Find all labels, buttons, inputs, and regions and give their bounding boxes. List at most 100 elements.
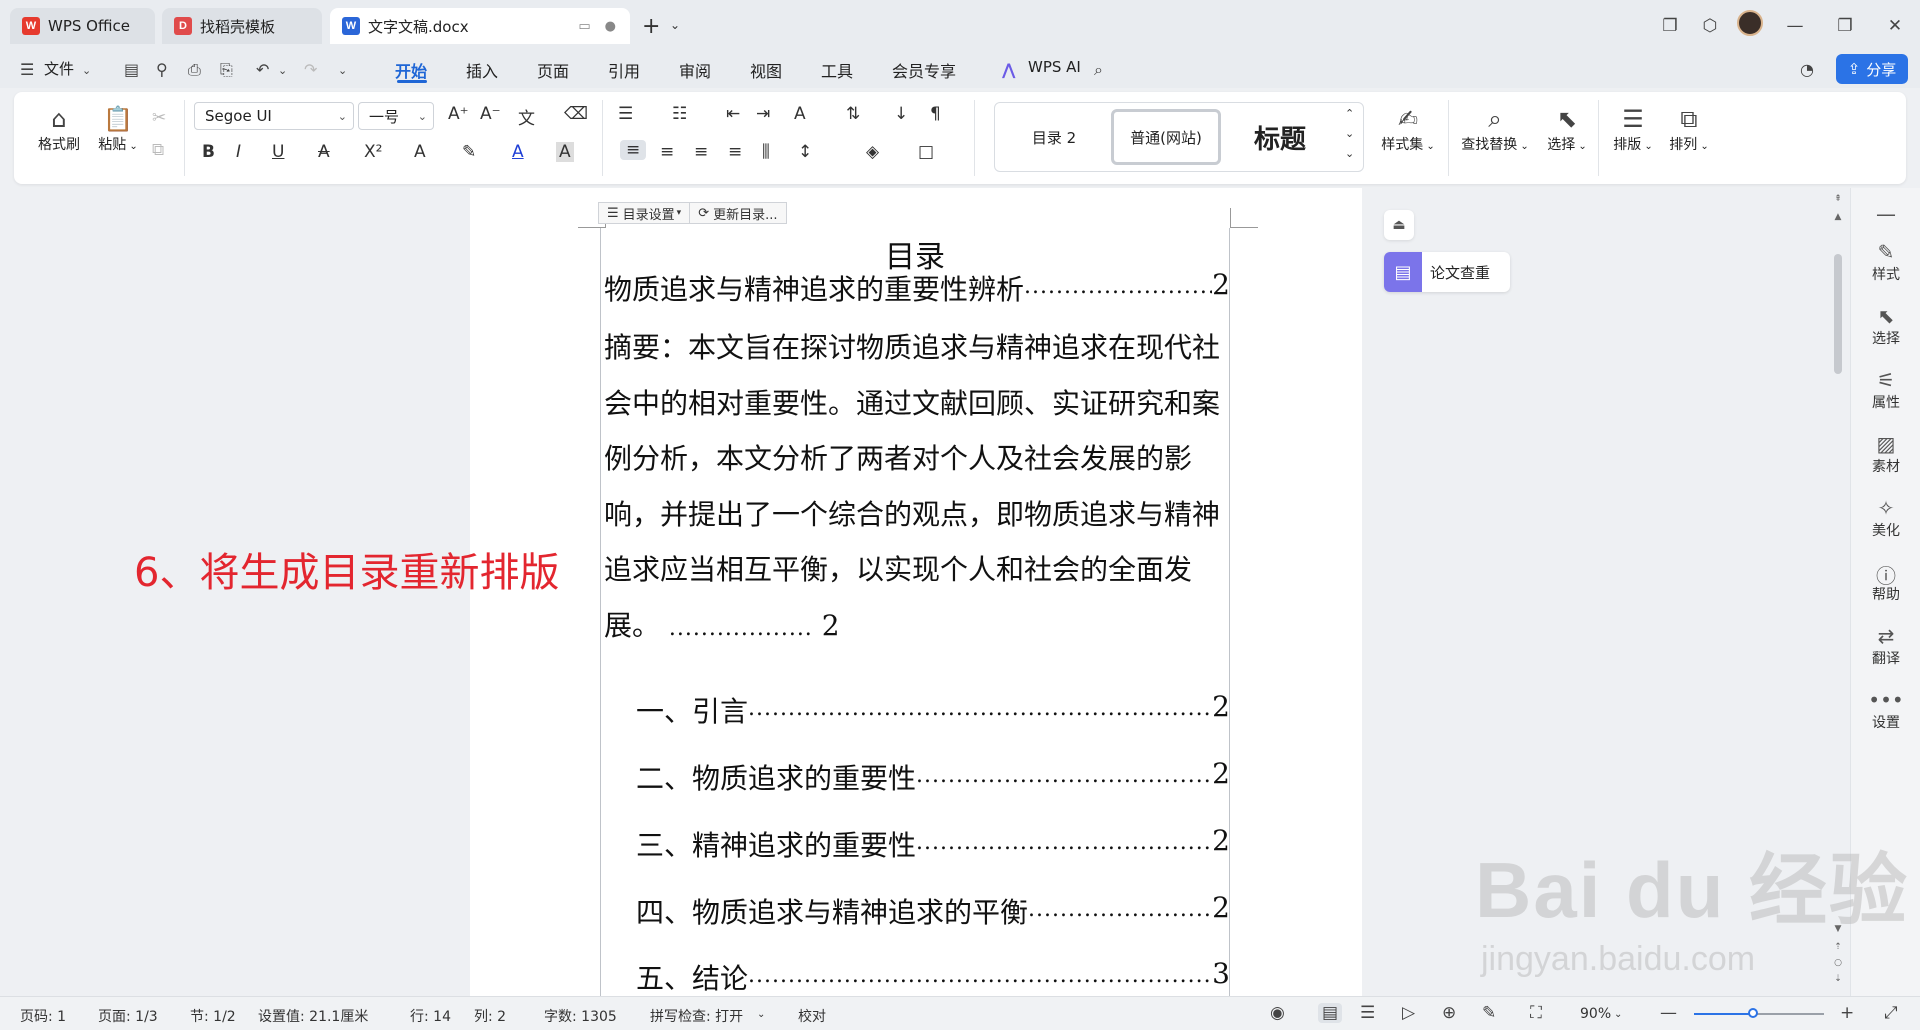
status-row[interactable]: 行: 14 — [410, 1006, 451, 1026]
paste-button[interactable]: 📋 粘贴 ⌄ — [92, 104, 144, 154]
scroll-up-icon[interactable]: ▲ — [1832, 212, 1844, 222]
numbered-list-icon[interactable]: ☷ — [672, 104, 687, 124]
rightbar-select[interactable]: ⬉ 选择 — [1851, 304, 1920, 348]
tab-view[interactable]: 视图 — [750, 58, 782, 82]
arrange-button[interactable]: ⧉ 排列 ⌄ — [1664, 104, 1714, 154]
status-page-code[interactable]: 页码: 1 — [20, 1006, 66, 1026]
strikethrough-icon[interactable]: A — [318, 142, 330, 162]
rightbar-settings[interactable]: ••• 设置 — [1851, 688, 1920, 732]
font-size-select[interactable]: 一号 ⌄ — [358, 102, 434, 130]
monitor-icon[interactable]: ▭ — [578, 19, 590, 34]
status-spell-check[interactable]: 拼写检查: 打开 — [650, 1006, 743, 1026]
chevron-down-icon[interactable]: ⌄ — [757, 1009, 765, 1020]
zoom-out-icon[interactable]: — — [1660, 1003, 1677, 1023]
status-word-count[interactable]: 字数: 1305 — [544, 1006, 617, 1026]
print-preview-icon[interactable]: ⎘ — [220, 60, 233, 80]
decrease-font-icon[interactable]: A⁻ — [480, 104, 501, 124]
maximize-button[interactable]: ❐ — [1820, 16, 1870, 36]
toc-settings-button[interactable]: ☰ 目录设置 ▾ — [599, 203, 689, 223]
search-icon[interactable]: ⌕ — [1094, 60, 1103, 80]
rightbar-properties[interactable]: ⚟ 属性 — [1851, 368, 1920, 412]
wps-ai-button[interactable]: WPS AI — [1028, 58, 1081, 76]
share-button[interactable]: ⇪ 分享 — [1836, 54, 1908, 84]
redo-icon[interactable]: ↷ — [304, 60, 317, 79]
restore-window-icon[interactable]: ❐ — [1650, 16, 1690, 36]
tab-template[interactable]: D 找稻壳模板 — [162, 8, 322, 44]
pen-icon[interactable]: ✎ — [1482, 1003, 1496, 1023]
font-name-select[interactable]: Segoe UI ⌄ — [194, 102, 354, 130]
scroll-up-icon[interactable]: ⌃ — [1345, 107, 1354, 120]
hamburger-icon[interactable]: ☰ — [20, 60, 34, 79]
format-painter-button[interactable]: ⌂ 格式刷 — [34, 104, 84, 154]
paragraph-shading-icon[interactable]: ◈ — [866, 142, 879, 162]
tab-home[interactable]: 开始 — [395, 58, 427, 82]
tab-tools[interactable]: 工具 — [821, 58, 853, 82]
close-button[interactable]: ✕ — [1870, 16, 1920, 36]
select-button[interactable]: ⬉ 选择 ⌄ — [1542, 104, 1592, 154]
chevron-down-icon[interactable]: ⌄ — [670, 18, 680, 32]
sort-icon[interactable]: ⇅ — [846, 104, 860, 124]
zoom-value[interactable]: 90% — [1580, 1006, 1611, 1022]
file-menu[interactable]: 文件 — [44, 58, 74, 79]
share-link-icon[interactable]: ⚲ — [156, 60, 168, 79]
chevron-down-icon[interactable]: ⌄ — [1614, 1009, 1622, 1020]
scroll-top-icon[interactable]: ⇞ — [1832, 194, 1844, 204]
layout-button[interactable]: ☰ 排版 ⌄ — [1608, 104, 1658, 154]
paper-check-button[interactable]: ▤ 论文查重 — [1384, 252, 1510, 292]
increase-font-icon[interactable]: A⁺ — [448, 104, 469, 124]
distribute-icon[interactable]: ⫼ — [762, 142, 770, 162]
style-normal-web[interactable]: 普通(网站) — [1111, 109, 1221, 165]
style-toc2[interactable]: 目录 2 — [1001, 109, 1107, 165]
abstract-entry[interactable]: 摘要：本文旨在探讨物质追求与精神追求在现代社会中的相对重要性。通过文献回顾、实证… — [604, 320, 1234, 656]
minimize-button[interactable]: — — [1770, 16, 1820, 36]
style-heading[interactable]: 标题 — [1225, 109, 1335, 165]
undo-icon[interactable]: ↶ — [256, 60, 269, 79]
tab-insert[interactable]: 插入 — [466, 58, 498, 82]
collapse-panel-button[interactable]: ⏏ — [1384, 210, 1414, 240]
status-position[interactable]: 设置值: 21.1厘米 — [258, 1006, 368, 1026]
text-effect-icon[interactable]: A — [414, 142, 426, 162]
toc-entry[interactable]: 二、物质追求的重要性 .............................… — [636, 757, 1230, 797]
superscript-icon[interactable]: X² — [364, 142, 382, 162]
cut-icon[interactable]: ✂ — [152, 108, 166, 128]
clear-format-icon[interactable]: ⌫ — [564, 104, 588, 124]
scroll-down-icon[interactable]: ⌄ — [1345, 127, 1354, 140]
copy-icon[interactable]: ⧉ — [152, 140, 164, 160]
tab-references[interactable]: 引用 — [608, 58, 640, 82]
document-page[interactable]: ☰ 目录设置 ▾ ⟳ 更新目录... 目录 物质追求与精神追求的重要性辨析 .....… — [470, 188, 1362, 1008]
underline-icon[interactable]: U — [272, 142, 284, 162]
align-left-icon[interactable]: ≡ — [620, 140, 647, 160]
update-toc-button[interactable]: ⟳ 更新目录... — [689, 203, 785, 223]
line-spacing-icon[interactable]: ↕ — [798, 142, 812, 162]
zoom-in-icon[interactable]: + — [1840, 1003, 1854, 1023]
play-icon[interactable]: ▷ — [1402, 1003, 1415, 1023]
rightbar-translate[interactable]: ⇄ 翻译 — [1851, 624, 1920, 668]
tab-wps-office[interactable]: W WPS Office — [10, 8, 155, 44]
status-section[interactable]: 节: 1/2 — [190, 1006, 236, 1026]
text-direction-icon[interactable]: A — [794, 104, 806, 124]
sort-az-icon[interactable]: ↓ — [894, 104, 908, 124]
tab-review[interactable]: 审阅 — [679, 58, 711, 82]
toc-entry[interactable]: 四、物质追求与精神追求的平衡 .........................… — [636, 891, 1230, 931]
style-set-button[interactable]: ✍ 样式集 ⌄ — [1376, 104, 1440, 154]
chevron-down-icon[interactable]: ⌄ — [278, 64, 287, 77]
tab-member[interactable]: 会员专享 — [892, 58, 956, 82]
user-avatar[interactable] — [1730, 10, 1770, 41]
tab-document[interactable]: W 文字文稿.docx ▭ ● — [330, 8, 630, 44]
align-center-icon[interactable]: ≡ — [660, 142, 674, 162]
toc-entry[interactable]: 物质追求与精神追求的重要性辨析 ........................… — [604, 268, 1230, 308]
char-shading-icon[interactable]: A — [556, 142, 574, 162]
rightbar-assets[interactable]: ▨ 素材 — [1851, 432, 1920, 476]
chat-icon[interactable]: ◔ — [1800, 60, 1814, 79]
bold-icon[interactable]: B — [202, 142, 215, 162]
wps-ai-icon[interactable]: ⋀ — [1002, 60, 1015, 79]
find-replace-button[interactable]: ⌕ 查找替换 ⌄ — [1456, 104, 1534, 154]
increase-indent-icon[interactable]: ⇥ — [756, 104, 770, 124]
expand-gallery-icon[interactable]: ⌄ — [1345, 147, 1354, 160]
italic-icon[interactable]: I — [236, 142, 241, 162]
cube-icon[interactable]: ⬡ — [1690, 16, 1730, 36]
show-marks-icon[interactable]: ¶ — [930, 104, 941, 124]
zoom-slider[interactable] — [1694, 1013, 1824, 1015]
eye-protection-icon[interactable]: ◉ — [1270, 1003, 1285, 1023]
status-pages[interactable]: 页面: 1/3 — [98, 1006, 158, 1026]
